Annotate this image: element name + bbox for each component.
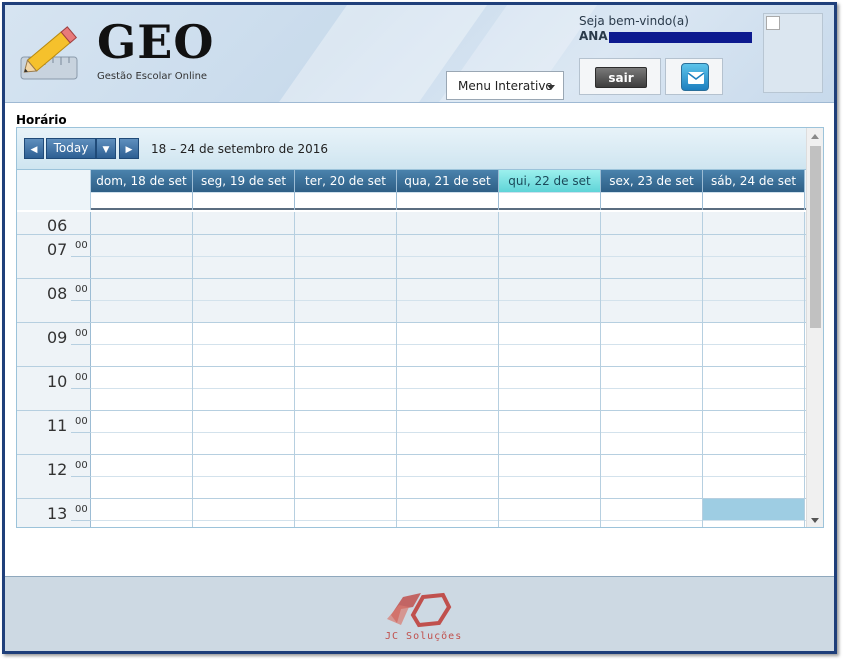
avatar: [763, 13, 823, 93]
today-button[interactable]: Today: [46, 138, 96, 159]
broken-image-icon: [766, 16, 780, 30]
all-day-slot[interactable]: [91, 192, 192, 208]
day-column-header[interactable]: sex, 23 de set: [601, 170, 703, 210]
day-column-header[interactable]: dom, 18 de set: [91, 170, 193, 210]
prev-week-button[interactable]: ◀: [24, 138, 44, 159]
all-day-slot[interactable]: [601, 192, 702, 208]
menu-interativo-select[interactable]: Menu Interativo: [446, 71, 564, 100]
time-grid[interactable]: 06 07 00 08 00 09 00 10 00 11 00 12 00 13 00: [17, 212, 807, 527]
all-day-slot[interactable]: [193, 192, 294, 208]
day-column-header[interactable]: ter, 20 de set: [295, 170, 397, 210]
hour-label: 13: [47, 504, 68, 523]
footer-brand: JC Soluções: [385, 631, 463, 642]
scroll-thumb[interactable]: [810, 146, 821, 328]
day-column-header[interactable]: qui, 22 de set: [499, 170, 601, 210]
day-header: dom, 18 de set seg, 19 de set ter, 20 de s…: [17, 170, 807, 210]
hour-label: 12: [47, 460, 68, 479]
minute-label: 00: [75, 416, 88, 427]
page-title: Horário: [16, 113, 67, 127]
chevron-right-icon: ▶: [125, 145, 133, 155]
hour-label: 06: [47, 216, 68, 235]
day-column-header[interactable]: qua, 21 de set: [397, 170, 499, 210]
messages-button[interactable]: [681, 63, 709, 91]
minute-label: 00: [75, 460, 88, 471]
all-day-slot[interactable]: [295, 192, 396, 208]
chevron-left-icon: ◀: [30, 145, 38, 155]
scroll-up-icon[interactable]: [811, 134, 819, 139]
minute-label: 00: [75, 240, 88, 251]
minute-label: 00: [75, 328, 88, 339]
hour-label: 08: [47, 284, 68, 303]
scroll-down-icon[interactable]: [811, 518, 819, 523]
user-name: ANA: [579, 29, 608, 43]
selected-time-slot[interactable]: [703, 499, 804, 520]
next-week-button[interactable]: ▶: [119, 138, 139, 159]
welcome-text: Seja bem-vindo(a): [579, 14, 689, 28]
date-picker-button[interactable]: ▼: [96, 138, 116, 159]
scheduler: ◀ Today ▼ ▶ 18 – 24 de setembro de 2016 …: [16, 127, 824, 528]
hour-label: 11: [47, 416, 68, 435]
scrollbar[interactable]: [806, 128, 823, 527]
off-hours-region: [91, 212, 807, 322]
chevron-down-icon: [547, 85, 555, 90]
day-label: sáb, 24 de set: [703, 170, 804, 192]
day-label: qui, 22 de set: [499, 170, 600, 192]
logout-button[interactable]: sair: [595, 67, 647, 88]
minute-label: 00: [75, 284, 88, 295]
time-column: 06 07 00 08 00 09 00 10 00 11 00 12 00 13 00: [17, 212, 91, 527]
chevron-down-icon: ▼: [102, 145, 110, 155]
minute-label: 00: [75, 504, 88, 515]
app-window: GEO Gestão Escolar Online Menu Interativ…: [2, 2, 837, 654]
day-label: sex, 23 de set: [601, 170, 702, 192]
logo-subtitle: Gestão Escolar Online: [97, 71, 208, 82]
scheduler-toolbar: ◀ Today ▼ ▶ 18 – 24 de setembro de 2016: [17, 128, 807, 170]
hour-label: 09: [47, 328, 68, 347]
day-label: seg, 19 de set: [193, 170, 294, 192]
menu-select-label: Menu Interativo: [458, 79, 553, 93]
pencil-ruler-logo-icon: [20, 26, 78, 80]
logo-title: GEO: [97, 15, 215, 69]
jc-solucoes-logo-icon: [387, 592, 452, 628]
minute-label: 00: [75, 372, 88, 383]
all-day-slot[interactable]: [397, 192, 498, 208]
header: GEO Gestão Escolar Online Menu Interativ…: [5, 5, 834, 103]
hour-label: 07: [47, 240, 68, 259]
mail-icon: [687, 72, 705, 84]
redacted-user-name: [609, 32, 752, 43]
day-column-header[interactable]: sáb, 24 de set: [703, 170, 805, 210]
date-range: 18 – 24 de setembro de 2016: [151, 142, 329, 156]
all-day-slot[interactable]: [499, 192, 600, 208]
hour-label: 10: [47, 372, 68, 391]
day-label: dom, 18 de set: [91, 170, 192, 192]
day-column-header[interactable]: seg, 19 de set: [193, 170, 295, 210]
footer: JC Soluções: [5, 576, 834, 651]
all-day-slot[interactable]: [703, 192, 804, 208]
day-label: qua, 21 de set: [397, 170, 498, 192]
time-column-header: [17, 170, 91, 210]
day-label: ter, 20 de set: [295, 170, 396, 192]
